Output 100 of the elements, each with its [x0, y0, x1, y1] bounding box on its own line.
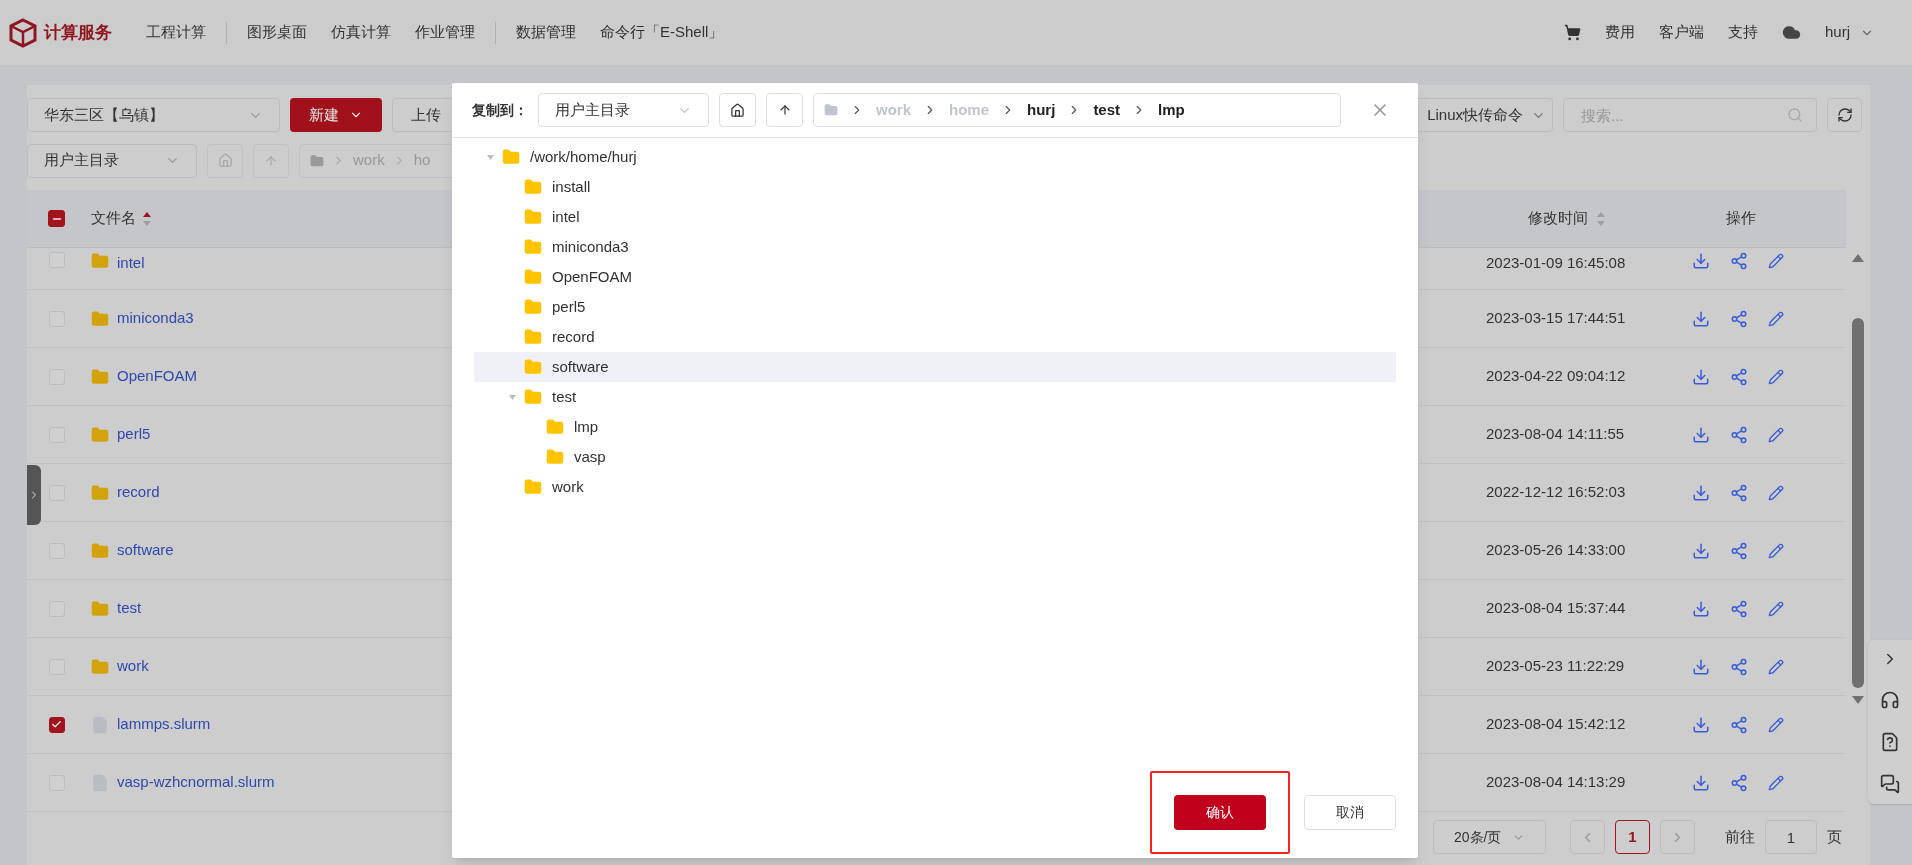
edit-icon[interactable] [1768, 658, 1784, 675]
file-name-link[interactable]: OpenFOAM [117, 365, 198, 388]
nav-link[interactable]: 工程计算 [134, 21, 218, 44]
file-name-link[interactable]: miniconda3 [117, 307, 194, 330]
nav-link[interactable]: 作业管理 [403, 21, 487, 44]
tree-label: miniconda3 [552, 236, 629, 257]
cube-logo-icon [8, 17, 38, 48]
cancel-button[interactable]: 取消 [1304, 794, 1396, 830]
share-icon[interactable] [1730, 657, 1748, 676]
caret-down-icon[interactable] [485, 152, 495, 162]
nav-link[interactable]: 图形桌面 [235, 21, 319, 44]
share-icon[interactable] [1730, 541, 1748, 560]
refresh-button[interactable] [1827, 98, 1862, 132]
help-icon[interactable] [1880, 732, 1900, 752]
scroll-down-icon[interactable] [1852, 696, 1864, 704]
tree-label: install [552, 176, 591, 197]
edit-icon[interactable] [1768, 774, 1784, 791]
home-icon [217, 153, 233, 168]
tree-label: record [552, 326, 595, 347]
edit-icon[interactable] [1768, 253, 1784, 269]
nav-link[interactable]: 支持 [1728, 21, 1758, 44]
tree-item[interactable]: software [474, 352, 1396, 382]
refresh-icon [1836, 107, 1853, 123]
folder-icon [524, 478, 542, 496]
share-icon[interactable] [1730, 309, 1748, 328]
directory-select[interactable]: 用户主目录 [538, 93, 709, 127]
folder-icon [546, 448, 564, 466]
cart-icon[interactable] [1564, 24, 1581, 41]
folder-icon [91, 309, 109, 328]
share-icon[interactable] [1730, 367, 1748, 386]
column-header[interactable]: 文件名 [91, 207, 136, 230]
brand-name[interactable]: 计算服务 [44, 19, 112, 46]
page-size-select[interactable]: 20条/页 [1433, 820, 1546, 854]
download-icon[interactable] [1692, 483, 1710, 502]
share-icon[interactable] [1730, 425, 1748, 444]
file-name-link[interactable]: perl5 [117, 423, 151, 446]
scrollbar-thumb[interactable] [1852, 318, 1864, 688]
nav-link[interactable]: 仿真计算 [319, 21, 403, 44]
download-icon[interactable] [1692, 715, 1710, 734]
file-name-link[interactable]: lammps.slurm [117, 713, 211, 736]
nav-link[interactable]: 费用 [1605, 21, 1635, 44]
new-button[interactable]: 新建 [290, 98, 382, 132]
breadcrumb-item[interactable]: test [1093, 98, 1121, 122]
share-icon[interactable] [1730, 252, 1748, 270]
folder-icon [524, 268, 542, 286]
edit-icon[interactable] [1768, 484, 1784, 501]
up-button[interactable] [766, 93, 803, 127]
row-checkbox[interactable] [48, 716, 65, 733]
headset-icon[interactable] [1880, 690, 1900, 710]
tree-label: /work/home/hurj [530, 146, 637, 167]
download-icon[interactable] [1692, 773, 1710, 792]
breadcrumb-item[interactable]: hurj [1027, 98, 1056, 122]
file-name-link[interactable]: vasp-wzhcnormal.slurm [117, 771, 275, 794]
share-icon[interactable] [1730, 483, 1748, 502]
file-name-link[interactable]: record [117, 481, 160, 504]
edit-icon[interactable] [1768, 368, 1784, 385]
download-icon[interactable] [1692, 541, 1710, 560]
share-icon[interactable] [1730, 715, 1748, 734]
edit-icon[interactable] [1768, 542, 1784, 559]
edit-icon[interactable] [1768, 600, 1784, 617]
download-icon[interactable] [1692, 309, 1710, 328]
download-icon[interactable] [1692, 599, 1710, 618]
edit-icon[interactable] [1768, 426, 1784, 443]
share-icon[interactable] [1730, 773, 1748, 792]
download-icon[interactable] [1692, 657, 1710, 676]
file-name-link[interactable]: work [117, 655, 149, 678]
region-select[interactable]: 华东三区【乌镇】 [27, 98, 280, 132]
confirm-button[interactable]: 确认 [1174, 794, 1266, 830]
nav-link[interactable]: 数据管理 [504, 21, 588, 44]
tree-label: software [552, 356, 609, 377]
select-all-checkbox[interactable] [48, 210, 65, 227]
file-name-link[interactable]: test [117, 597, 142, 620]
download-icon[interactable] [1692, 367, 1710, 386]
copy-to-label: 复制到： [472, 100, 528, 120]
caret-down-icon[interactable] [507, 392, 517, 402]
edit-icon[interactable] [1768, 310, 1784, 327]
scroll-up-icon[interactable] [1852, 254, 1864, 262]
nav-link[interactable]: 客户端 [1659, 21, 1704, 44]
folder-icon [546, 418, 564, 436]
page-button[interactable]: 1 [1615, 820, 1650, 854]
breadcrumb-item[interactable]: lmp [1158, 98, 1185, 122]
tree-label: work [552, 476, 584, 497]
file-name-link[interactable]: intel [117, 252, 145, 275]
expand-drawer-tab[interactable] [27, 465, 41, 525]
home-button[interactable] [719, 93, 756, 127]
folder-icon [502, 148, 520, 166]
share-icon[interactable] [1730, 599, 1748, 618]
download-icon[interactable] [1692, 252, 1710, 270]
sort-icon[interactable] [142, 210, 152, 227]
column-header[interactable]: 修改时间 [1528, 207, 1588, 230]
directory-select[interactable]: 用户主目录 [27, 143, 197, 178]
cloud-icon[interactable] [1782, 23, 1801, 42]
goto-page-field[interactable]: 1 [1765, 820, 1817, 854]
user-menu[interactable]: hurj [1825, 21, 1874, 44]
file-name-link[interactable]: software [117, 539, 174, 562]
modified-time: 2023-08-04 15:37:44 [1486, 598, 1627, 619]
nav-link[interactable]: 命令行「E-Shell」 [588, 21, 736, 44]
chat-icon[interactable] [1880, 774, 1900, 794]
edit-icon[interactable] [1768, 716, 1784, 733]
download-icon[interactable] [1692, 425, 1710, 444]
